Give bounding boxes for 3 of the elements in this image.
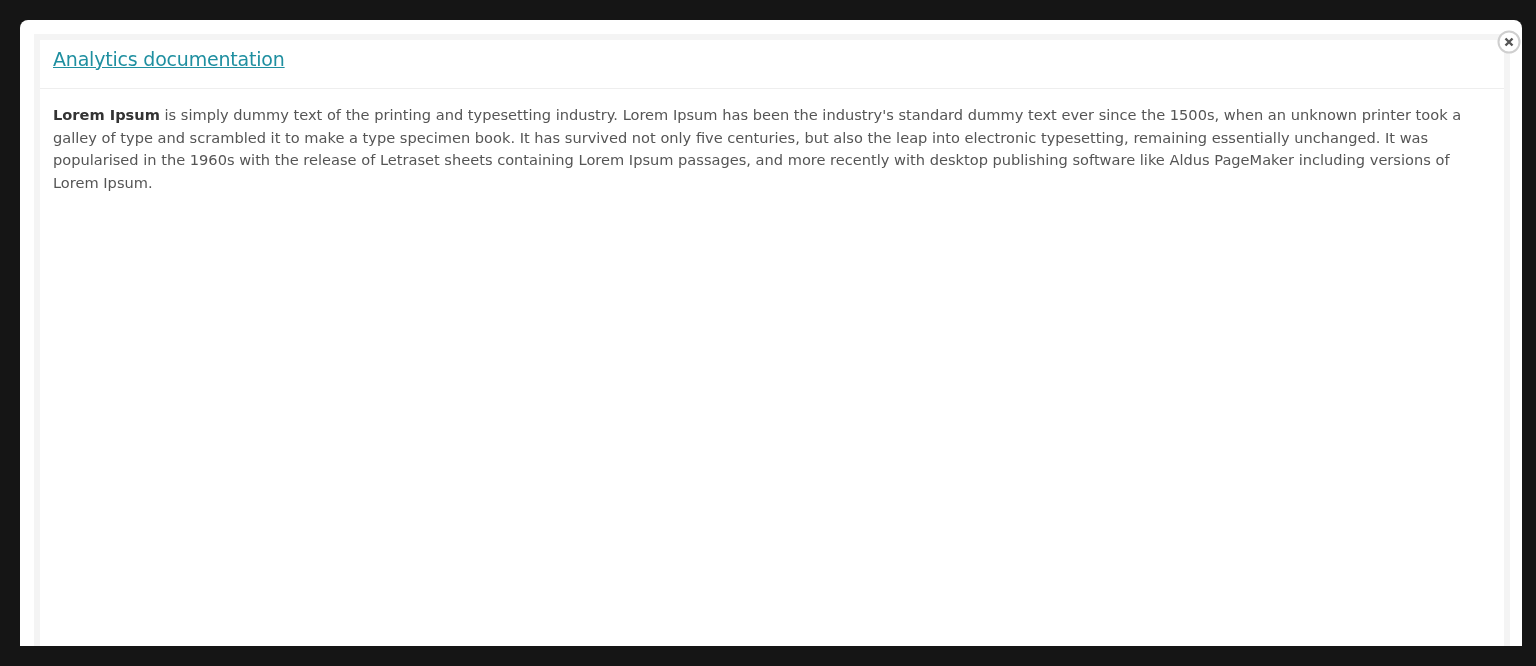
description-paragraph: Lorem Ipsum is simply dummy text of the printing and typesetting industry. Lorem Ipsum has been the industry's standard dummy text ever since the 1500s, when an unknown printer took a galley of type and scrambled it to make a type specimen book. It has survived not only five centuries, but also the leap into electronic typesetting, remaining essentially unchanged. It was popularised in the 1960s with the release of Letraset sheets containing Lorem Ipsum passages, and more recently with desktop publishing software like Aldus PageMaker including versions of Lorem Ipsum. xyxy=(52,105,1463,193)
close-button[interactable] xyxy=(1497,30,1521,54)
documentation-link[interactable]: Analytics documentation xyxy=(53,48,285,70)
